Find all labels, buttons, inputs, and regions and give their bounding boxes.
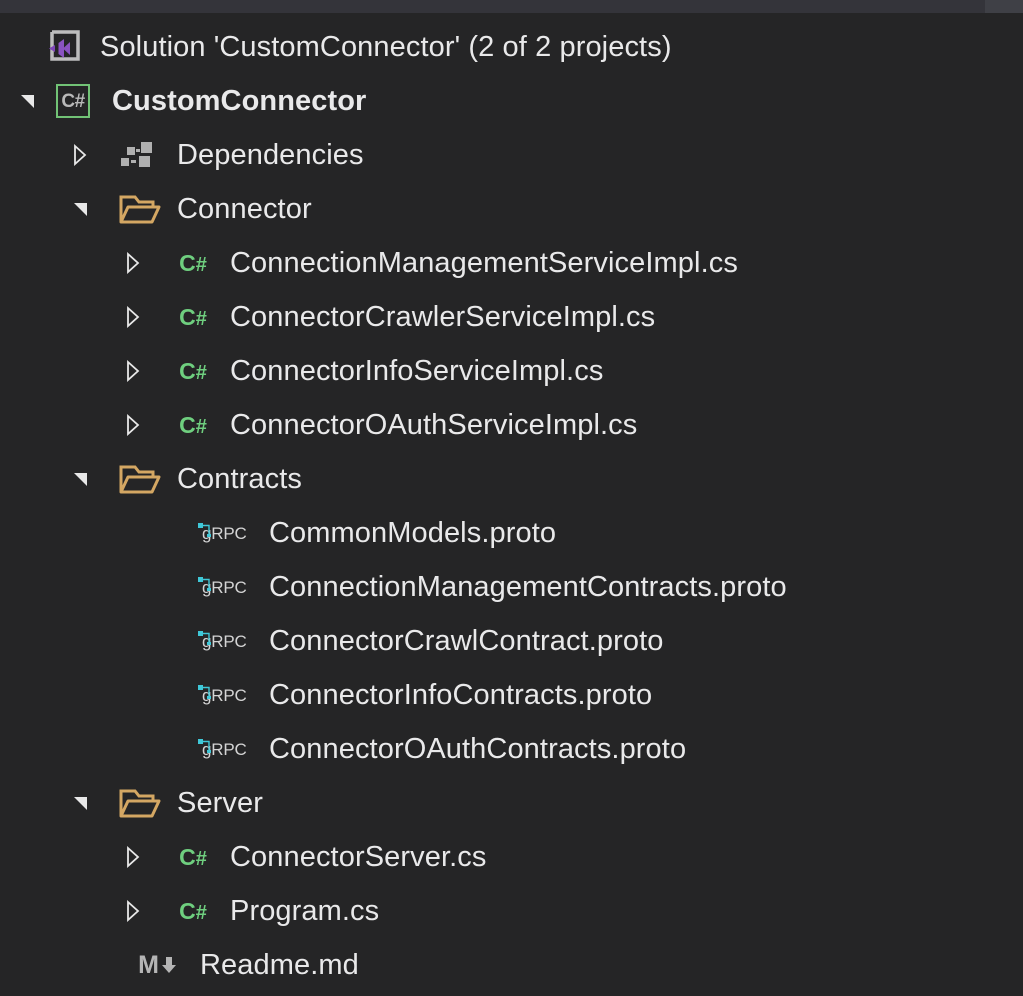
tree-item-label: ConnectorCrawlerServiceImpl.cs bbox=[230, 290, 655, 344]
csharp-project-glyph: C# bbox=[61, 92, 84, 111]
grpc-proto-icon: gRPC bbox=[195, 668, 255, 722]
tree-item-label: Connector bbox=[177, 182, 312, 236]
tree-item-file-connectoroauthserviceimpl[interactable]: C# ConnectorOAuthServiceImpl.cs bbox=[0, 398, 1023, 452]
markdown-file-icon: M bbox=[130, 938, 186, 992]
chevron-collapsed-icon bbox=[125, 414, 141, 436]
tree-item-solution[interactable]: Solution 'CustomConnector' (2 of 2 proje… bbox=[0, 20, 1023, 74]
tree-item-label: ConnectorInfoServiceImpl.cs bbox=[230, 344, 603, 398]
tree-item-label: CommonModels.proto bbox=[269, 506, 556, 560]
folder-open-icon bbox=[117, 182, 163, 236]
tree-item-label: Contracts bbox=[177, 452, 302, 506]
chevron-collapsed-icon bbox=[125, 306, 141, 328]
grpc-connector-mark-icon bbox=[198, 631, 212, 645]
chevron-expanded-icon bbox=[21, 95, 34, 108]
solution-explorer-tree: Solution 'CustomConnector' (2 of 2 proje… bbox=[0, 18, 1023, 992]
tree-item-folder-contracts[interactable]: Contracts bbox=[0, 452, 1023, 506]
grpc-proto-icon: gRPC bbox=[195, 722, 255, 776]
dependencies-icon bbox=[117, 128, 163, 182]
tree-item-label: ConnectionManagementContracts.proto bbox=[269, 560, 787, 614]
tree-item-file-connectorinfoserviceimpl[interactable]: C# ConnectorInfoServiceImpl.cs bbox=[0, 344, 1023, 398]
grpc-proto-icon: gRPC bbox=[195, 506, 255, 560]
tree-item-file-connectorcrawlerserviceimpl[interactable]: C# ConnectorCrawlerServiceImpl.cs bbox=[0, 290, 1023, 344]
solution-expander-placeholder bbox=[12, 20, 42, 74]
folder-connector-expander[interactable] bbox=[65, 182, 95, 236]
markdown-arrow-icon bbox=[160, 954, 178, 976]
chevron-collapsed-icon bbox=[125, 846, 141, 868]
tree-item-label: Program.cs bbox=[230, 884, 379, 938]
csharp-file-icon: C# bbox=[170, 290, 216, 344]
tree-item-label: Solution 'CustomConnector' (2 of 2 proje… bbox=[100, 20, 672, 74]
csharp-file-icon: C# bbox=[170, 236, 216, 290]
file-expander[interactable] bbox=[118, 398, 148, 452]
grpc-proto-icon: gRPC bbox=[195, 614, 255, 668]
tree-item-label: Dependencies bbox=[177, 128, 364, 182]
chevron-expanded-icon bbox=[74, 203, 87, 216]
chevron-collapsed-icon bbox=[72, 144, 88, 166]
grpc-connector-mark-icon bbox=[198, 685, 212, 699]
file-expander[interactable] bbox=[118, 290, 148, 344]
tree-item-label: ConnectorOAuthContracts.proto bbox=[269, 722, 686, 776]
csharp-file-icon: C# bbox=[170, 398, 216, 452]
tree-item-file-connectoroauthcontracts-proto[interactable]: gRPC ConnectorOAuthContracts.proto bbox=[0, 722, 1023, 776]
tree-item-file-commonmodels-proto[interactable]: gRPC CommonModels.proto bbox=[0, 506, 1023, 560]
folder-open-icon bbox=[117, 452, 163, 506]
tree-item-file-connectionmanagementserviceimpl[interactable]: C# ConnectionManagementServiceImpl.cs bbox=[0, 236, 1023, 290]
tree-item-file-readme-md[interactable]: M Readme.md bbox=[0, 938, 1023, 992]
grpc-connector-mark-icon bbox=[198, 739, 212, 753]
tree-item-label: ConnectorInfoContracts.proto bbox=[269, 668, 652, 722]
tree-item-file-connectorcrawlcontract-proto[interactable]: gRPC ConnectorCrawlContract.proto bbox=[0, 614, 1023, 668]
tree-item-file-connectionmanagementcontracts-proto[interactable]: gRPC ConnectionManagementContracts.proto bbox=[0, 560, 1023, 614]
grpc-proto-icon: gRPC bbox=[195, 560, 255, 614]
tree-item-file-connectorinfocontracts-proto[interactable]: gRPC ConnectorInfoContracts.proto bbox=[0, 668, 1023, 722]
tree-item-dependencies[interactable]: Dependencies bbox=[0, 128, 1023, 182]
chevron-expanded-icon bbox=[74, 797, 87, 810]
tree-item-label: Server bbox=[177, 776, 263, 830]
file-expander[interactable] bbox=[118, 884, 148, 938]
tree-item-label: ConnectorServer.cs bbox=[230, 830, 486, 884]
tree-item-project-customconnector[interactable]: C# CustomConnector bbox=[0, 74, 1023, 128]
tree-item-label: ConnectorCrawlContract.proto bbox=[269, 614, 663, 668]
grpc-connector-mark-icon bbox=[198, 523, 212, 537]
folder-open-icon bbox=[117, 776, 163, 830]
horizontal-scrollbar[interactable] bbox=[0, 0, 1023, 13]
tree-item-label: ConnectionManagementServiceImpl.cs bbox=[230, 236, 738, 290]
tree-item-folder-server[interactable]: Server bbox=[0, 776, 1023, 830]
visual-studio-solution-icon bbox=[42, 20, 86, 74]
chevron-collapsed-icon bbox=[125, 252, 141, 274]
file-expander[interactable] bbox=[118, 830, 148, 884]
dependencies-expander[interactable] bbox=[65, 128, 95, 182]
chevron-expanded-icon bbox=[74, 473, 87, 486]
tree-item-label: CustomConnector bbox=[112, 74, 366, 128]
project-expander[interactable] bbox=[12, 74, 42, 128]
tree-item-folder-connector[interactable]: Connector bbox=[0, 182, 1023, 236]
chevron-collapsed-icon bbox=[125, 360, 141, 382]
tree-item-file-program[interactable]: C# Program.cs bbox=[0, 884, 1023, 938]
tree-item-label: ConnectorOAuthServiceImpl.cs bbox=[230, 398, 637, 452]
grpc-connector-mark-icon bbox=[198, 577, 212, 591]
file-expander[interactable] bbox=[118, 344, 148, 398]
folder-server-expander[interactable] bbox=[65, 776, 95, 830]
csharp-file-icon: C# bbox=[170, 884, 216, 938]
csharp-file-icon: C# bbox=[170, 344, 216, 398]
horizontal-scrollbar-thumb[interactable] bbox=[0, 0, 985, 13]
chevron-collapsed-icon bbox=[125, 900, 141, 922]
file-expander[interactable] bbox=[118, 236, 148, 290]
csharp-project-icon: C# bbox=[56, 74, 90, 128]
tree-item-label: Readme.md bbox=[200, 938, 359, 992]
folder-contracts-expander[interactable] bbox=[65, 452, 95, 506]
markdown-m-glyph: M bbox=[138, 953, 159, 978]
csharp-file-icon: C# bbox=[170, 830, 216, 884]
tree-item-file-connectorserver[interactable]: C# ConnectorServer.cs bbox=[0, 830, 1023, 884]
